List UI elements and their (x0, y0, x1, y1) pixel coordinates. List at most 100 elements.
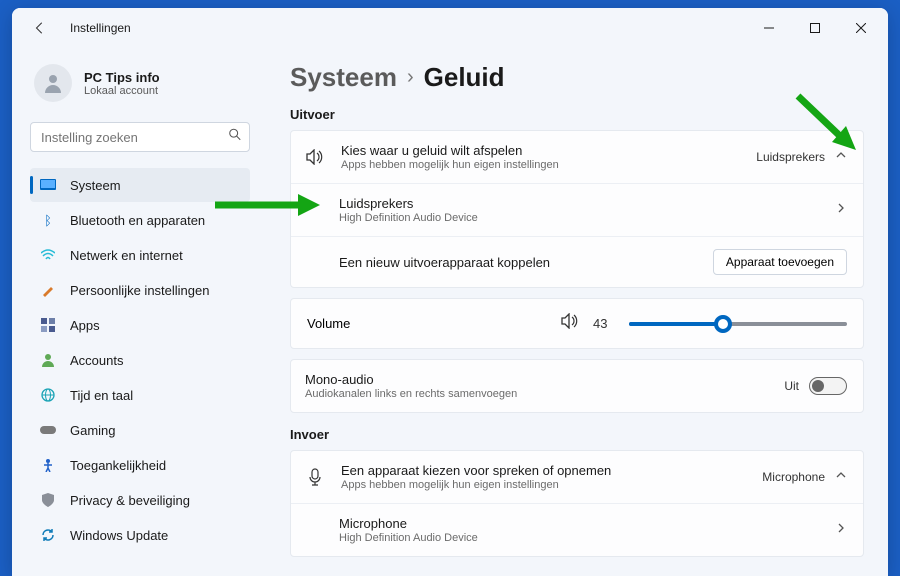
row-subtitle: High Definition Audio Device (339, 212, 835, 224)
titlebar-title: Instellingen (70, 21, 131, 35)
maximize-icon (810, 23, 820, 33)
microphone-icon (305, 468, 325, 486)
content: PC Tips info Lokaal account Systeem ᛒ Blu… (12, 48, 888, 576)
search-wrap (30, 122, 250, 152)
sidebar-item-time[interactable]: Tijd en taal (30, 378, 250, 412)
user-name: PC Tips info (84, 70, 160, 85)
apps-icon (40, 317, 56, 333)
chevron-right-icon (835, 201, 847, 219)
update-icon (40, 527, 56, 543)
row-title: Een nieuw uitvoerapparaat koppelen (339, 255, 713, 270)
nav-label: Tijd en taal (70, 388, 133, 403)
nav-label: Toegankelijkheid (70, 458, 166, 473)
nav-label: Privacy & beveiliging (70, 493, 190, 508)
row-subtitle: High Definition Audio Device (339, 532, 835, 544)
gaming-icon (40, 422, 56, 438)
nav-label: Apps (70, 318, 100, 333)
volume-value: 43 (593, 316, 615, 331)
sidebar-item-personalization[interactable]: Persoonlijke instellingen (30, 273, 250, 307)
mono-card: Mono-audio Audiokanalen links en rechts … (290, 359, 864, 413)
sidebar-item-network[interactable]: Netwerk en internet (30, 238, 250, 272)
mono-row[interactable]: Mono-audio Audiokanalen links en rechts … (291, 360, 863, 412)
slider-thumb[interactable] (714, 315, 732, 333)
accounts-icon (40, 352, 56, 368)
volume-card: Volume 43 (290, 298, 864, 349)
system-icon (40, 177, 56, 193)
row-title: Luidsprekers (339, 196, 835, 211)
person-icon (41, 71, 65, 95)
speaker-icon (305, 149, 325, 165)
nav-label: Persoonlijke instellingen (70, 283, 209, 298)
sidebar-item-bluetooth[interactable]: ᛒ Bluetooth en apparaten (30, 203, 250, 237)
section-output-label: Uitvoer (290, 107, 864, 122)
slider-fill (629, 322, 723, 326)
mono-state-label: Uit (784, 379, 799, 393)
volume-row: Volume 43 (291, 299, 863, 348)
nav-label: Accounts (70, 353, 123, 368)
breadcrumb-current: Geluid (424, 62, 505, 93)
sidebar-item-update[interactable]: Windows Update (30, 518, 250, 552)
sidebar-item-system[interactable]: Systeem (30, 168, 250, 202)
output-current-device: Luidsprekers (756, 150, 825, 164)
nav-label: Windows Update (70, 528, 168, 543)
row-title: Kies waar u geluid wilt afspelen (341, 143, 756, 158)
main-panel: Systeem › Geluid Uitvoer Kies waar u gel… (260, 48, 888, 576)
sidebar-item-gaming[interactable]: Gaming (30, 413, 250, 447)
avatar (34, 64, 72, 102)
close-button[interactable] (838, 8, 884, 48)
user-account[interactable]: PC Tips info Lokaal account (30, 62, 250, 104)
input-card: Een apparaat kiezen voor spreken of opne… (290, 450, 864, 557)
chevron-right-icon (835, 521, 847, 539)
speaker-icon[interactable] (561, 313, 579, 334)
volume-slider[interactable] (629, 322, 847, 326)
sidebar-item-privacy[interactable]: Privacy & beveiliging (30, 483, 250, 517)
row-subtitle: Apps hebben mogelijk hun eigen instellin… (341, 159, 756, 171)
accessibility-icon (40, 457, 56, 473)
sidebar-item-apps[interactable]: Apps (30, 308, 250, 342)
shield-icon (40, 492, 56, 508)
row-title: Microphone (339, 516, 835, 531)
arrow-left-icon (33, 21, 47, 35)
chevron-up-icon (835, 148, 847, 166)
minimize-icon (764, 23, 774, 33)
bluetooth-icon: ᛒ (40, 212, 56, 228)
row-title: Mono-audio (305, 372, 784, 387)
search-input[interactable] (30, 122, 250, 152)
output-pair-row: Een nieuw uitvoerapparaat koppelen Appar… (291, 237, 863, 287)
row-title: Een apparaat kiezen voor spreken of opne… (341, 463, 762, 478)
row-subtitle: Audiokanalen links en rechts samenvoegen (305, 388, 784, 400)
input-device-row[interactable]: Microphone High Definition Audio Device (291, 504, 863, 556)
row-subtitle: Apps hebben mogelijk hun eigen instellin… (341, 479, 762, 491)
search-icon (228, 128, 242, 147)
breadcrumb-parent[interactable]: Systeem (290, 62, 397, 93)
user-subtitle: Lokaal account (84, 85, 160, 97)
volume-label: Volume (307, 316, 547, 331)
close-icon (856, 23, 866, 33)
input-choose-row[interactable]: Een apparaat kiezen voor spreken of opne… (291, 451, 863, 504)
section-input-label: Invoer (290, 427, 864, 442)
brush-icon (40, 282, 56, 298)
titlebar: Instellingen (12, 8, 888, 48)
nav-label: Systeem (70, 178, 121, 193)
sidebar-item-accessibility[interactable]: Toegankelijkheid (30, 448, 250, 482)
nav-label: Netwerk en internet (70, 248, 183, 263)
network-icon (40, 247, 56, 263)
sidebar-item-accounts[interactable]: Accounts (30, 343, 250, 377)
mono-toggle[interactable] (809, 377, 847, 395)
minimize-button[interactable] (746, 8, 792, 48)
nav-label: Bluetooth en apparaten (70, 213, 205, 228)
chevron-up-icon (835, 468, 847, 486)
add-device-button[interactable]: Apparaat toevoegen (713, 249, 847, 275)
globe-icon (40, 387, 56, 403)
settings-window: Instellingen PC Tips info Lokaal account (12, 8, 888, 576)
back-button[interactable] (28, 16, 52, 40)
breadcrumb: Systeem › Geluid (290, 62, 864, 93)
sidebar: PC Tips info Lokaal account Systeem ᛒ Blu… (12, 48, 260, 576)
nav-list: Systeem ᛒ Bluetooth en apparaten Netwerk … (30, 168, 250, 552)
maximize-button[interactable] (792, 8, 838, 48)
output-choose-row[interactable]: Kies waar u geluid wilt afspelen Apps he… (291, 131, 863, 184)
output-device-row[interactable]: Luidsprekers High Definition Audio Devic… (291, 184, 863, 237)
window-controls (746, 8, 884, 48)
chevron-right-icon: › (407, 66, 414, 89)
input-current-device: Microphone (762, 470, 825, 484)
